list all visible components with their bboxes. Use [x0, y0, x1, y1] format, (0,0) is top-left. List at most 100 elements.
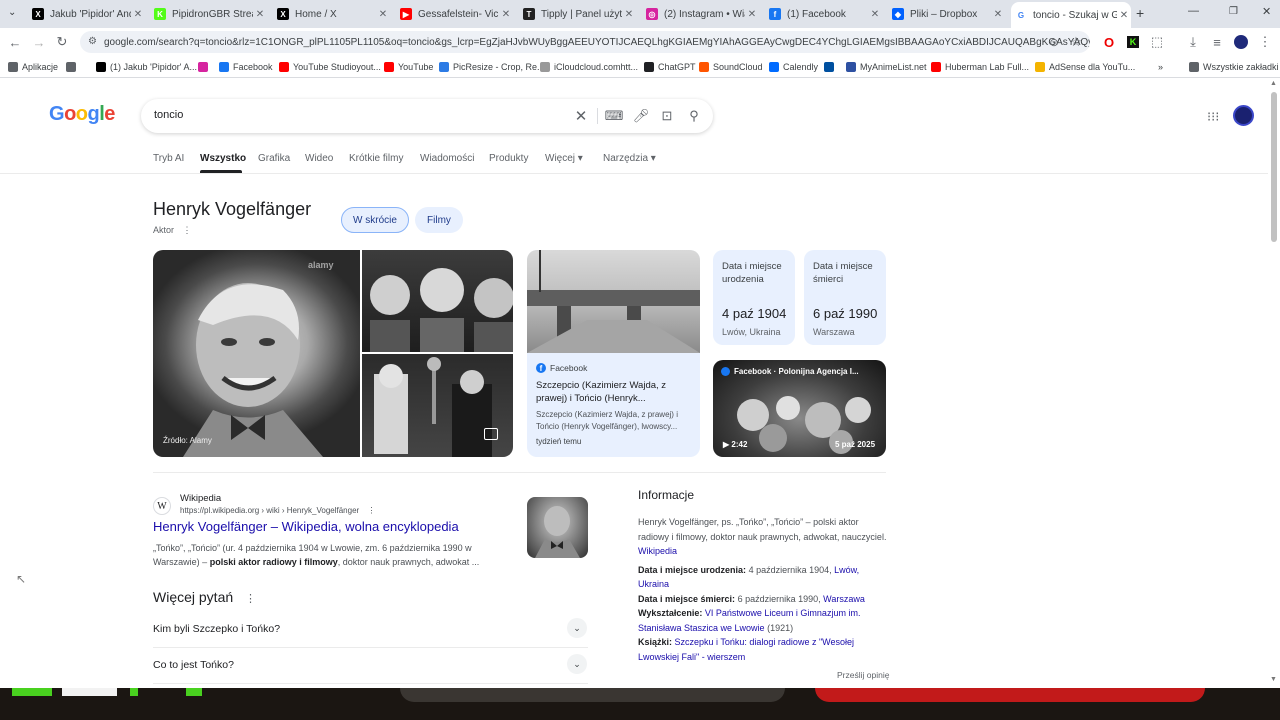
tab-close-icon[interactable]: ✕: [991, 9, 1005, 20]
back-arrow-icon[interactable]: ←: [7, 34, 23, 50]
more-questions-menu-icon[interactable]: ⋮: [245, 593, 256, 605]
bookmark-item[interactable]: iCloudcloud.comhtt...: [540, 60, 638, 74]
nav-tab[interactable]: Wideo: [305, 153, 333, 164]
fb-post-title[interactable]: Szczepcio (Kazimierz Wajda, z prawej) i …: [536, 379, 691, 405]
close-window-icon[interactable]: ✕: [1262, 5, 1271, 18]
scroll-down-arrow-icon[interactable]: ▼: [1270, 676, 1277, 683]
chevron-down-icon[interactable]: ⌄: [567, 654, 587, 674]
feedback-link[interactable]: Prześlij opinię: [837, 670, 889, 680]
kick-extension-icon[interactable]: K: [1125, 34, 1141, 50]
facebook-post-card[interactable]: f Facebook Szczepcio (Kazimierz Wajda, z…: [527, 250, 700, 457]
keyboard-icon[interactable]: ⌨: [605, 108, 624, 124]
gallery-icon[interactable]: [484, 428, 498, 440]
bookmark-item[interactable]: MyAnimeList.net: [846, 60, 927, 74]
browser-tab[interactable]: ◆ Pliki – Dropbox ✕: [888, 4, 1005, 24]
browser-tab[interactable]: ◎ (2) Instagram • Wiado✕: [642, 4, 759, 24]
main-portrait-image[interactable]: alamy Źródło: Alamy: [153, 250, 360, 457]
forward-arrow-icon[interactable]: →: [31, 34, 47, 50]
camera-lens-icon[interactable]: ⊡: [659, 108, 675, 124]
tab-close-icon[interactable]: ✕: [622, 9, 636, 20]
bookmark-item[interactable]: Calendly: [769, 60, 818, 74]
tab-close-icon[interactable]: ✕: [1117, 10, 1131, 21]
tab-close-icon[interactable]: ✕: [253, 9, 267, 20]
bookmark-item[interactable]: (1) Jakub 'Pipidor' A...: [96, 60, 197, 74]
google-logo[interactable]: Google: [49, 103, 115, 126]
radio-studio-image[interactable]: [362, 354, 513, 457]
nav-tab[interactable]: Tryb AI: [153, 153, 184, 164]
bookmark-item[interactable]: YouTube: [384, 60, 433, 74]
nav-tab[interactable]: Wszystko: [200, 153, 246, 164]
browser-tab[interactable]: f (1) Facebook ✕: [765, 4, 882, 24]
bookmark-item[interactable]: PicResize - Crop, Re...: [439, 60, 545, 74]
tab-close-icon[interactable]: ✕: [868, 9, 882, 20]
info-wikipedia-link[interactable]: Wikipedia: [638, 546, 677, 556]
bookmark-item[interactable]: Huberman Lab Full...: [931, 60, 1029, 74]
extensions-icon[interactable]: ⬚: [1149, 34, 1165, 50]
more-options-icon[interactable]: ⋮: [183, 225, 192, 235]
download-icon[interactable]: ⤓: [1185, 34, 1201, 50]
media-control-icon[interactable]: ≡: [1209, 34, 1225, 50]
trio-photo-image[interactable]: [362, 250, 513, 352]
browser-tab[interactable]: ▶ Gessafelstein- Vic ✕: [396, 4, 513, 24]
apps-grid-icon[interactable]: ⁝⁝⁝: [1207, 109, 1219, 125]
chevron-down-icon[interactable]: ⌄: [567, 618, 587, 638]
reload-icon[interactable]: ↻: [54, 34, 70, 50]
tab-search-icon[interactable]: ⌄: [8, 7, 16, 18]
chip-films[interactable]: Filmy: [415, 207, 463, 233]
nav-tab[interactable]: Krótkie filmy: [349, 153, 403, 164]
restore-icon[interactable]: ❐: [1229, 6, 1238, 17]
tab-close-icon[interactable]: ✕: [499, 9, 513, 20]
bookmark-item[interactable]: Facebook: [219, 60, 273, 74]
video-card[interactable]: Facebook · Polonijna Agencja I... ▶ 2:42…: [713, 360, 886, 457]
bookmark-item[interactable]: AdSense dla YouTu...: [1035, 60, 1135, 74]
minimize-icon[interactable]: —: [1188, 5, 1199, 17]
bookmark-item[interactable]: [66, 60, 80, 74]
death-card[interactable]: Data i miejsce śmierci 6 paź 1990 Warsza…: [804, 250, 886, 345]
clear-search-icon[interactable]: ✕: [573, 108, 589, 125]
question-row[interactable]: Co to jest Tońko? ⌄: [153, 648, 588, 684]
bookmark-star-icon[interactable]: ☆: [1068, 34, 1084, 50]
account-avatar[interactable]: [1233, 105, 1254, 126]
bookmark-item[interactable]: ChatGPT: [644, 60, 696, 74]
opera-extension-icon[interactable]: O: [1101, 34, 1117, 50]
browser-tab[interactable]: X Home / X ✕: [273, 4, 390, 24]
search-icon[interactable]: ⚲: [686, 108, 702, 124]
chip-overview[interactable]: W skrócie: [341, 207, 409, 233]
profile-avatar-icon[interactable]: [1233, 34, 1249, 50]
page-scrollbar[interactable]: ▲ ▼: [1268, 78, 1280, 688]
bookmark-item[interactable]: [198, 60, 212, 74]
bookmark-item[interactable]: [824, 60, 838, 74]
nav-tab[interactable]: Więcej ▾: [545, 153, 583, 164]
bookmark-item[interactable]: YouTube Studioyout...: [279, 60, 381, 74]
nav-tab[interactable]: Narzędzia ▾: [603, 153, 656, 164]
search-input[interactable]: toncio: [154, 109, 183, 121]
browser-tab[interactable]: X Jakub 'Pipidor' Andre✕: [28, 4, 145, 24]
result-more-icon[interactable]: ⋮: [367, 506, 375, 515]
browser-tab[interactable]: K PipidronGBR Stream -✕: [150, 4, 267, 24]
nav-tab[interactable]: Produkty: [489, 153, 528, 164]
tab-close-icon[interactable]: ✕: [745, 9, 759, 20]
scroll-up-arrow-icon[interactable]: ▲: [1270, 80, 1277, 87]
nav-tab[interactable]: Grafika: [258, 153, 290, 164]
browser-menu-icon[interactable]: ⋮: [1257, 34, 1273, 50]
browser-tab[interactable]: Gtoncio - Szukaj w Goo✕: [1011, 2, 1131, 28]
new-tab-button[interactable]: +: [1136, 5, 1144, 21]
question-row[interactable]: Kim byli Szczepko i Tońko? ⌄: [153, 612, 588, 648]
result-thumbnail[interactable]: [527, 497, 588, 558]
browser-tab[interactable]: T Tipply | Panel użytkow✕: [519, 4, 636, 24]
location-icon[interactable]: ⊙: [1046, 34, 1062, 50]
address-bar[interactable]: ⚙ google.com/search?q=toncio&rlz=1C1ONGR…: [80, 31, 1090, 53]
result-title-link[interactable]: Henryk Vogelfänger – Wikipedia, wolna en…: [153, 519, 459, 534]
tab-close-icon[interactable]: ✕: [131, 9, 145, 20]
search-box[interactable]: toncio ✕ ⌨ 🎤︎ ⊡ ⚲: [141, 99, 713, 133]
nav-tab[interactable]: Wiadomości: [420, 153, 474, 164]
scroll-thumb[interactable]: [1271, 92, 1277, 242]
bookmark-item[interactable]: Aplikacje: [8, 60, 58, 74]
tab-close-icon[interactable]: ✕: [376, 9, 390, 20]
bookmark-item[interactable]: SoundCloud: [699, 60, 763, 74]
info-death-link[interactable]: Warszawa: [823, 594, 865, 604]
bookmark-item[interactable]: Wszystkie zakładki: [1189, 60, 1279, 74]
birth-card[interactable]: Data i miejsce urodzenia 4 paź 1904 Lwów…: [713, 250, 795, 345]
bookmarks-overflow-icon[interactable]: »: [1158, 60, 1163, 74]
microphone-icon[interactable]: 🎤︎: [633, 108, 650, 124]
